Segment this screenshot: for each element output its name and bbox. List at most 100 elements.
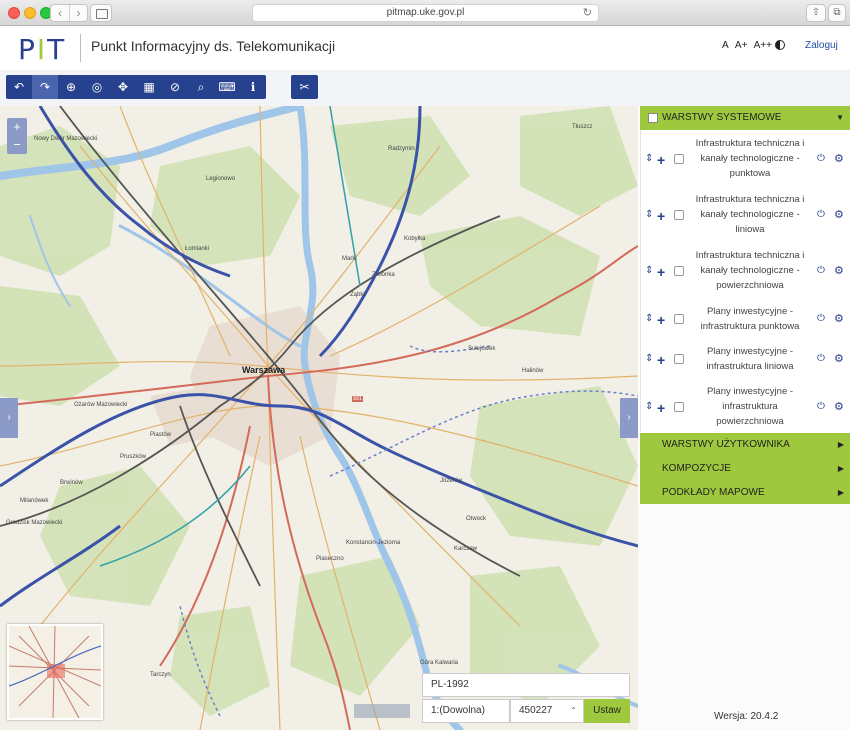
caret-right-icon: ▶ [837, 464, 844, 473]
gear-icon[interactable]: ⚙ [834, 208, 844, 221]
search-icon[interactable]: ⌕ [188, 75, 214, 99]
coordinate-panel: PL-1992 1:(Dowolna) 450227 ⌃⌄ Ustaw [422, 673, 630, 730]
chevron-left-icon[interactable]: ‹ [51, 5, 69, 21]
sidebar-toggle-button[interactable] [90, 4, 112, 22]
add-icon[interactable]: + [657, 353, 665, 367]
layer-name: Plany inwestycyjne - infrastruktura lini… [706, 346, 794, 372]
tools-icon[interactable]: ✂ [291, 75, 318, 99]
drag-handle-icon[interactable]: ⇕ [645, 353, 653, 364]
add-icon[interactable]: + [657, 313, 665, 327]
font-size-normal[interactable]: A [722, 40, 729, 51]
pit-logo[interactable]: PIT [18, 33, 66, 66]
layer-checkbox[interactable] [674, 153, 684, 164]
power-icon[interactable]: ⏻ [817, 401, 825, 412]
drag-handle-icon[interactable]: ⇕ [645, 401, 653, 412]
base-maps-header[interactable]: PODKŁADY MAPOWE ▶ [640, 481, 850, 505]
power-icon[interactable]: ⏻ [817, 209, 825, 220]
layer-checkbox[interactable] [674, 314, 684, 324]
map-label: Karczew [454, 546, 478, 552]
drag-handle-icon[interactable]: ⇕ [645, 313, 653, 324]
map-label: Konstancin-Jeziorna [346, 540, 401, 546]
minimize-window-button[interactable] [24, 7, 36, 19]
section-title: KOMPOZYCJE [662, 463, 731, 474]
map-label: Łomianki [185, 246, 210, 252]
add-icon[interactable]: + [657, 401, 665, 415]
layer-checkbox[interactable] [674, 209, 684, 220]
tabs-icon[interactable]: ⧉ [828, 4, 846, 22]
compass-icon[interactable]: ⊘ [162, 75, 188, 99]
map-label: Brwinów [60, 480, 83, 486]
gear-icon[interactable]: ⚙ [834, 312, 844, 325]
power-icon[interactable]: ⏻ [817, 313, 825, 324]
add-icon[interactable]: + [657, 209, 665, 223]
close-window-button[interactable] [8, 7, 20, 19]
road-number-badge: S61 [352, 396, 363, 402]
layer-checkbox[interactable] [674, 265, 684, 276]
caret-right-icon: ▶ [837, 440, 844, 449]
user-layers-header[interactable]: WARSTWY UŻYTKOWNIKA ▶ [640, 433, 850, 457]
map-icon[interactable]: ▦ [136, 75, 162, 99]
drag-handle-icon[interactable]: ⇕ [645, 265, 653, 276]
map-label: Legionowo [206, 176, 236, 182]
move-icon[interactable]: ✥ [110, 75, 136, 99]
contrast-icon[interactable] [775, 40, 785, 50]
section-title: PODKŁADY MAPOWE [662, 487, 765, 498]
system-layers-checkbox[interactable] [648, 113, 658, 123]
info-icon[interactable]: ℹ [240, 75, 266, 99]
zoom-in-button[interactable]: + [7, 118, 27, 136]
layer-checkbox[interactable] [674, 401, 684, 412]
map-label: Ożarów Mazowiecki [74, 402, 128, 408]
redo-icon[interactable]: ↷ [32, 75, 58, 99]
map-label: Tłuszcz [572, 124, 593, 130]
layer-name: Plany inwestycyjne - infrastruktura powi… [706, 386, 794, 427]
section-title: WARSTWY SYSTEMOWE [662, 112, 782, 123]
keyboard-icon[interactable]: ⌨ [214, 75, 240, 99]
right-panel-toggle[interactable]: › [620, 398, 638, 438]
zoom-out-button[interactable]: − [7, 136, 27, 154]
gear-icon[interactable]: ⚙ [834, 400, 844, 413]
projection-select[interactable]: PL-1992 [422, 673, 630, 697]
address-bar[interactable]: pitmap.uke.gov.pl ↻ [252, 4, 599, 22]
map-view[interactable]: + − › › Warszawa Nowy Dwór Mazowiecki Le… [0, 106, 638, 730]
left-panel-toggle[interactable]: › [0, 398, 18, 438]
section-title: WARSTWY UŻYTKOWNIKA [662, 439, 790, 450]
layer-checkbox[interactable] [674, 354, 684, 364]
system-layers-header[interactable]: WARSTWY SYSTEMOWE ▼ [640, 106, 850, 130]
caret-down-icon: ▼ [836, 113, 844, 122]
font-size-large[interactable]: A++ [754, 40, 772, 51]
font-size-medium[interactable]: A+ [735, 40, 748, 51]
drag-handle-icon[interactable]: ⇕ [645, 153, 653, 164]
layers-panel: WARSTWY SYSTEMOWE ▼ ⇕ + Infrastruktura tec… [638, 106, 850, 730]
set-scale-button[interactable]: Ustaw [584, 699, 630, 723]
compositions-header[interactable]: KOMPOZYCJE ▶ [640, 457, 850, 481]
gear-icon[interactable]: ⚙ [834, 264, 844, 277]
map-label: Milanówek [20, 498, 49, 504]
overview-minimap[interactable] [7, 624, 103, 720]
map-label: Ząbki [350, 292, 365, 298]
map-label: Nowy Dwór Mazowiecki [34, 136, 98, 142]
chevron-right-icon[interactable]: › [69, 5, 87, 21]
share-icon[interactable]: ⇧ [806, 4, 826, 22]
gear-icon[interactable]: ⚙ [834, 352, 844, 365]
scale-bar [354, 704, 410, 718]
power-icon[interactable]: ⏻ [817, 353, 825, 364]
target-icon[interactable]: ◎ [84, 75, 110, 99]
drag-handle-icon[interactable]: ⇕ [645, 209, 653, 220]
scale-select[interactable]: 1:(Dowolna) [422, 699, 510, 723]
crosshair-icon[interactable]: ⊕ [58, 75, 84, 99]
scale-input[interactable]: 450227 ⌃⌄ [510, 699, 584, 730]
tools-glyph: ✂ [299, 80, 310, 94]
power-icon[interactable]: ⏻ [817, 265, 825, 276]
spinner-icon[interactable]: ⌃⌄ [570, 700, 577, 730]
layer-name: Infrastruktura techniczna i kanały techn… [695, 250, 805, 291]
add-icon[interactable]: + [657, 265, 665, 279]
gear-icon[interactable]: ⚙ [834, 152, 844, 165]
power-icon[interactable]: ⏻ [817, 153, 825, 164]
map-label: Otwock [466, 516, 487, 522]
reload-icon[interactable]: ↻ [583, 5, 592, 21]
layer-name: Infrastruktura techniczna i kanały techn… [695, 138, 805, 179]
font-size-switcher: A A+ A++ [722, 40, 776, 51]
add-icon[interactable]: + [657, 153, 665, 167]
login-link[interactable]: Zaloguj [805, 40, 838, 51]
undo-icon[interactable]: ↶ [6, 75, 32, 99]
